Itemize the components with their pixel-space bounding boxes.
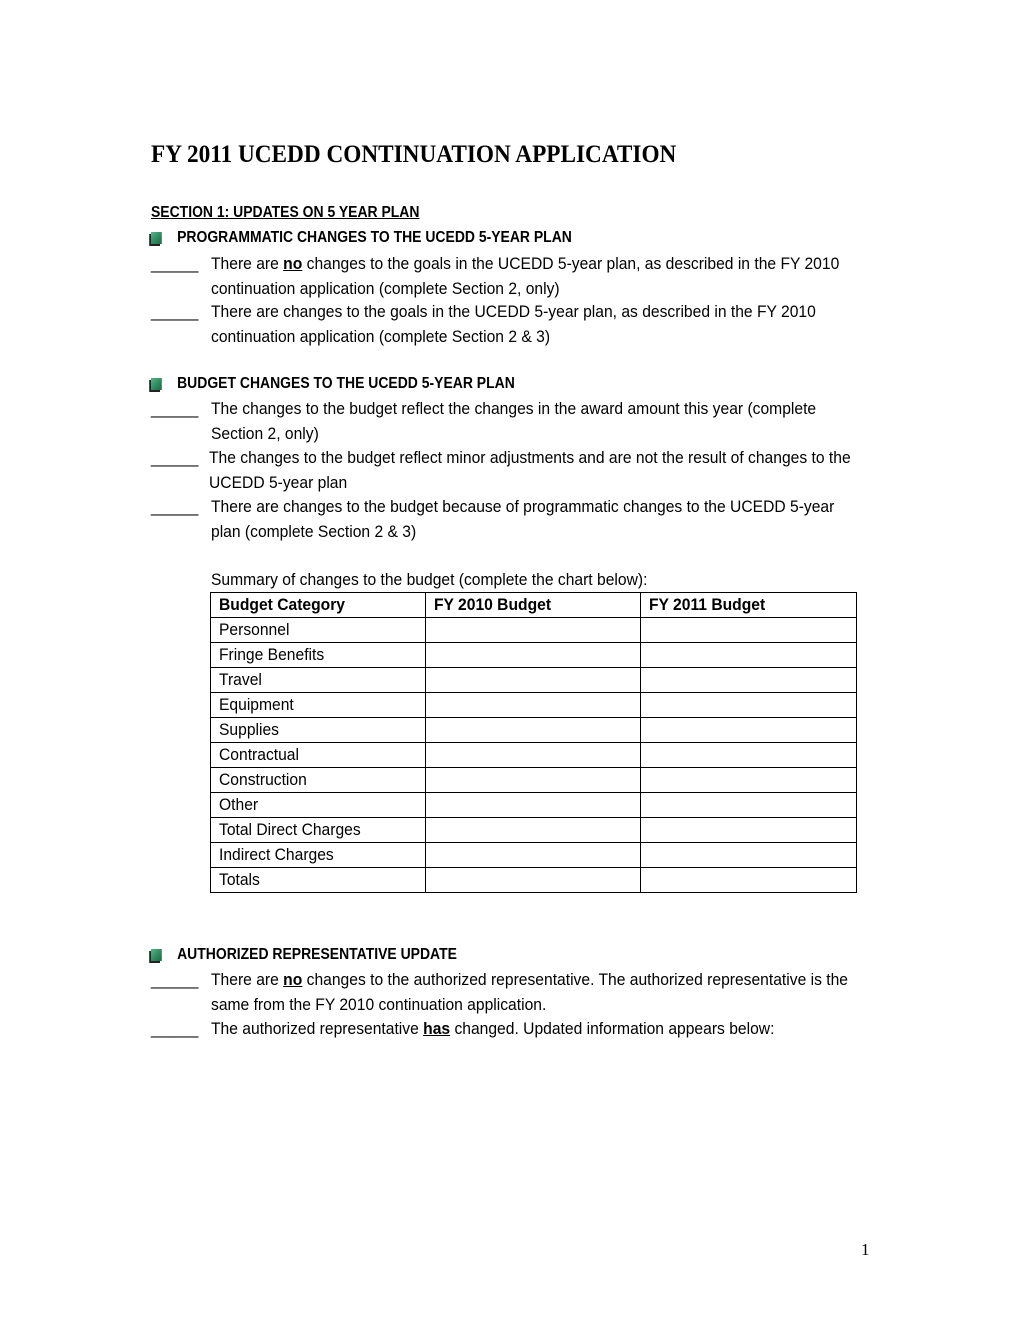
checkbox-blank-line[interactable]: _____	[151, 495, 198, 520]
table-row: Equipment	[210, 692, 857, 718]
budget-category-cell: Personnel	[210, 617, 426, 643]
budget-summary-label: Summary of changes to the budget (comple…	[211, 570, 648, 589]
option-text: There are changes to the goals in the UC…	[211, 302, 816, 346]
fy2010-budget-cell[interactable]	[425, 842, 641, 868]
table-row: Other	[210, 792, 857, 818]
checkbox-blank-line[interactable]: _____	[151, 397, 198, 422]
fy2010-budget-cell[interactable]	[425, 617, 641, 643]
budget-category-cell: Indirect Charges	[210, 842, 426, 868]
green-square-bullet-icon	[151, 949, 162, 961]
fy2010-budget-cell[interactable]	[425, 867, 641, 893]
heading-text: BUDGET CHANGES TO THE UCEDD 5-YEAR PLAN	[177, 375, 515, 392]
programmatic-changes-heading: PROGRAMMATIC CHANGES TO THE UCEDD 5-YEAR…	[151, 229, 572, 247]
document-page: FY 2011 UCEDD CONTINUATION APPLICATION S…	[0, 0, 1020, 1320]
budget-summary-table: Budget Category FY 2010 Budget FY 2011 B…	[210, 592, 857, 893]
fy2010-budget-cell[interactable]	[425, 742, 641, 768]
fy2011-budget-cell[interactable]	[640, 792, 857, 818]
checkbox-blank-line[interactable]: _____	[151, 300, 198, 325]
option-text: There are no changes to the goals in the…	[211, 254, 840, 298]
fy2011-budget-cell[interactable]	[640, 667, 857, 693]
table-row: Supplies	[210, 717, 857, 743]
budget-option-award-amount: _____ The changes to the budget reflect …	[151, 397, 911, 446]
programmatic-option-changes: _____ There are changes to the goals in …	[151, 300, 911, 349]
budget-category-cell: Travel	[210, 667, 426, 693]
table-row: Total Direct Charges	[210, 817, 857, 843]
fy2011-budget-cell[interactable]	[640, 692, 857, 718]
fy2010-budget-cell[interactable]	[425, 767, 641, 793]
fy2011-budget-cell[interactable]	[640, 742, 857, 768]
fy2011-budget-cell[interactable]	[640, 817, 857, 843]
table-row: Fringe Benefits	[210, 642, 857, 668]
document-title: FY 2011 UCEDD CONTINUATION APPLICATION	[151, 141, 677, 168]
fy2010-budget-cell[interactable]	[425, 692, 641, 718]
section-heading: SECTION 1: UPDATES ON 5 YEAR PLAN	[151, 204, 420, 221]
option-text: There are changes to the budget because …	[211, 497, 835, 541]
checkbox-blank-line[interactable]: _____	[151, 1017, 198, 1042]
authorized-rep-option-changed: _____ The authorized representative has …	[151, 1017, 911, 1042]
option-text: The changes to the budget reflect the ch…	[211, 399, 817, 443]
fy2011-budget-cell[interactable]	[640, 867, 857, 893]
budget-option-programmatic: _____ There are changes to the budget be…	[151, 495, 911, 544]
fy2011-budget-cell[interactable]	[640, 717, 857, 743]
table-row: Travel	[210, 667, 857, 693]
green-square-bullet-icon	[151, 232, 162, 244]
budget-category-cell: Total Direct Charges	[210, 817, 426, 843]
option-text: The authorized representative has change…	[211, 1019, 775, 1038]
budget-category-cell: Fringe Benefits	[210, 642, 426, 668]
authorized-rep-option-no-changes: _____ There are no changes to the author…	[151, 968, 911, 1017]
option-text: There are no changes to the authorized r…	[211, 970, 848, 1014]
fy2011-budget-cell[interactable]	[640, 617, 857, 643]
table-header-row: Budget Category FY 2010 Budget FY 2011 B…	[210, 592, 857, 618]
checkbox-blank-line[interactable]: _____	[151, 446, 198, 471]
fy2011-budget-cell[interactable]	[640, 642, 857, 668]
table-row: Contractual	[210, 742, 857, 768]
programmatic-option-no-changes: _____ There are no changes to the goals …	[151, 252, 911, 301]
budget-category-cell: Contractual	[210, 742, 426, 768]
heading-text: AUTHORIZED REPRESENTATIVE UPDATE	[177, 946, 457, 963]
checkbox-blank-line[interactable]: _____	[151, 252, 198, 277]
option-text: The changes to the budget reflect minor …	[209, 448, 851, 492]
table-row: Totals	[210, 867, 857, 893]
budget-category-cell: Equipment	[210, 692, 426, 718]
authorized-rep-heading: AUTHORIZED REPRESENTATIVE UPDATE	[151, 946, 457, 964]
budget-changes-heading: BUDGET CHANGES TO THE UCEDD 5-YEAR PLAN	[151, 375, 515, 393]
fy2010-budget-cell[interactable]	[425, 642, 641, 668]
fy2011-budget-cell[interactable]	[640, 767, 857, 793]
fy2010-budget-cell[interactable]	[425, 817, 641, 843]
budget-option-minor-adjustments: _____ The changes to the budget reflect …	[151, 446, 911, 495]
table-row: Personnel	[210, 617, 857, 643]
fy2010-budget-cell[interactable]	[425, 792, 641, 818]
fy2010-budget-cell[interactable]	[425, 717, 641, 743]
budget-category-cell: Other	[210, 792, 426, 818]
column-header-budget-category: Budget Category	[210, 592, 426, 618]
budget-category-cell: Supplies	[210, 717, 426, 743]
checkbox-blank-line[interactable]: _____	[151, 968, 198, 993]
fy2010-budget-cell[interactable]	[425, 667, 641, 693]
table-row: Indirect Charges	[210, 842, 857, 868]
page-number: 1	[861, 1240, 870, 1259]
heading-text: PROGRAMMATIC CHANGES TO THE UCEDD 5-YEAR…	[177, 229, 572, 246]
emphasis-no: no	[283, 970, 303, 989]
budget-category-cell: Construction	[210, 767, 426, 793]
column-header-fy2011: FY 2011 Budget	[640, 592, 857, 618]
fy2011-budget-cell[interactable]	[640, 842, 857, 868]
emphasis-has: has	[423, 1019, 451, 1038]
green-square-bullet-icon	[151, 378, 162, 390]
budget-category-cell: Totals	[210, 867, 426, 893]
emphasis-no: no	[283, 254, 303, 273]
column-header-fy2010: FY 2010 Budget	[425, 592, 641, 618]
table-row: Construction	[210, 767, 857, 793]
